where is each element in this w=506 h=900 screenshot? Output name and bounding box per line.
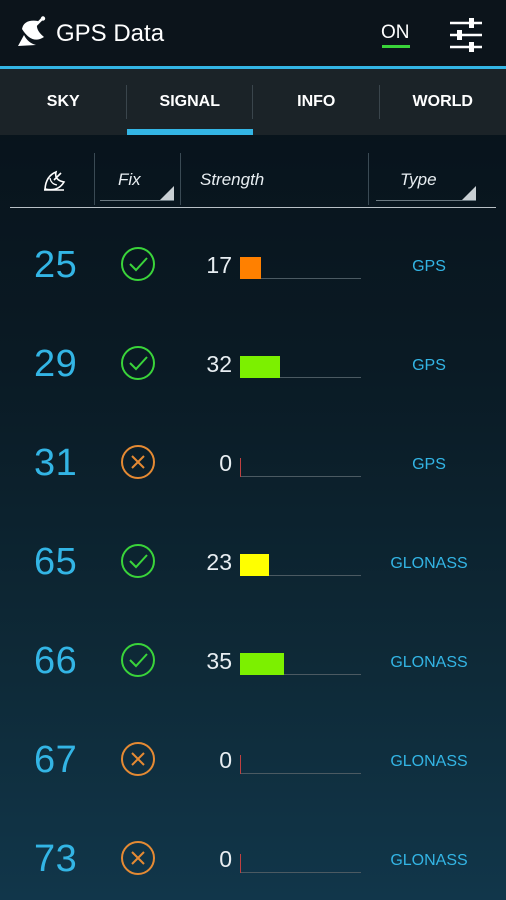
signal-strength-value: 35 [206, 648, 232, 674]
active-tab-indicator [126, 129, 253, 135]
strength-track [240, 872, 361, 873]
tab-label: SKY [46, 93, 80, 110]
satellite-row[interactable]: 29 32 GPS [0, 329, 506, 428]
satellite-prn: 66 [34, 640, 78, 682]
app-bar: GPS Data ON [0, 0, 506, 66]
tab-sky[interactable]: SKY [0, 69, 127, 135]
signal-strength-value: 0 [219, 450, 232, 476]
signal-strength-value: 32 [206, 351, 232, 377]
header-underline [376, 200, 476, 201]
strength-bar [240, 755, 241, 774]
gps-toggle[interactable]: ON [381, 22, 410, 44]
satellite-row[interactable]: 73 0 GLONASS [0, 824, 506, 900]
constellation-type: GPS [412, 456, 446, 473]
constellation-type: GLONASS [390, 852, 468, 869]
satellite-dish-icon [44, 170, 66, 191]
tab-label: WORLD [412, 93, 473, 110]
satellite-row[interactable]: 25 17 GPS [0, 230, 506, 329]
strength-bar [240, 854, 241, 873]
sort-triangle-icon [160, 186, 174, 200]
tab-label: INFO [297, 93, 336, 110]
satellite-prn: 73 [34, 838, 78, 880]
satellite-prn: 65 [34, 541, 78, 583]
header-divider [368, 153, 369, 205]
sort-type-header[interactable]: Type [374, 150, 478, 208]
satellite-prn: 31 [34, 442, 78, 484]
strength-bar [240, 554, 269, 576]
strength-track [240, 773, 361, 774]
no-fix-x-icon [121, 742, 155, 776]
signal-strength-value: 0 [219, 747, 232, 773]
fix-check-icon [121, 346, 155, 380]
tab-bar: SKY SIGNAL INFO WORLD [0, 69, 506, 135]
satellite-row[interactable]: 65 23 GLONASS [0, 527, 506, 626]
satellite-row[interactable]: 31 0 GPS [0, 428, 506, 527]
no-fix-x-icon [121, 841, 155, 875]
constellation-type: GPS [412, 258, 446, 275]
header-bottom-line [10, 207, 496, 208]
header-divider [180, 153, 181, 205]
constellation-type: GPS [412, 357, 446, 374]
header-underline [100, 200, 174, 201]
type-header-label: Type [400, 170, 437, 189]
satellite-row[interactable]: 66 35 GLONASS [0, 626, 506, 725]
strength-bar [240, 356, 280, 378]
signal-strength-value: 23 [206, 549, 232, 575]
header-divider [94, 153, 95, 205]
strength-bar [240, 458, 241, 477]
satellite-row[interactable]: 67 0 GLONASS [0, 725, 506, 824]
satellite-prn: 25 [34, 244, 78, 286]
satellite-prn: 29 [34, 343, 78, 385]
toggle-indicator [382, 45, 410, 48]
fix-check-icon [121, 544, 155, 578]
constellation-type: GLONASS [390, 753, 468, 770]
signal-strength-value: 17 [206, 252, 232, 278]
tab-signal[interactable]: SIGNAL [126, 69, 253, 135]
strength-track [240, 476, 361, 477]
strength-bar [240, 257, 261, 279]
tab-world[interactable]: WORLD [380, 69, 506, 135]
signal-strength-value: 0 [219, 846, 232, 872]
fix-check-icon [121, 643, 155, 677]
satellite-dish-icon[interactable] [14, 15, 50, 51]
sliders-icon[interactable] [446, 15, 486, 55]
sort-fix-header[interactable]: Fix [100, 150, 178, 208]
no-fix-x-icon [121, 445, 155, 479]
constellation-type: GLONASS [390, 555, 468, 572]
satellite-prn: 67 [34, 739, 78, 781]
strength-header-label: Strength [200, 170, 265, 189]
strength-bar [240, 653, 284, 675]
fix-header-label: Fix [118, 170, 141, 189]
column-header: Fix Strength Type [10, 150, 496, 208]
tab-label: SIGNAL [159, 93, 220, 110]
constellation-type: GLONASS [390, 654, 468, 671]
sort-triangle-icon [462, 186, 476, 200]
tab-info[interactable]: INFO [253, 69, 380, 135]
app-title: GPS Data [56, 20, 165, 47]
sort-strength-header[interactable]: Strength [186, 150, 366, 208]
fix-check-icon [121, 247, 155, 281]
sort-satellite-header[interactable] [10, 150, 94, 208]
